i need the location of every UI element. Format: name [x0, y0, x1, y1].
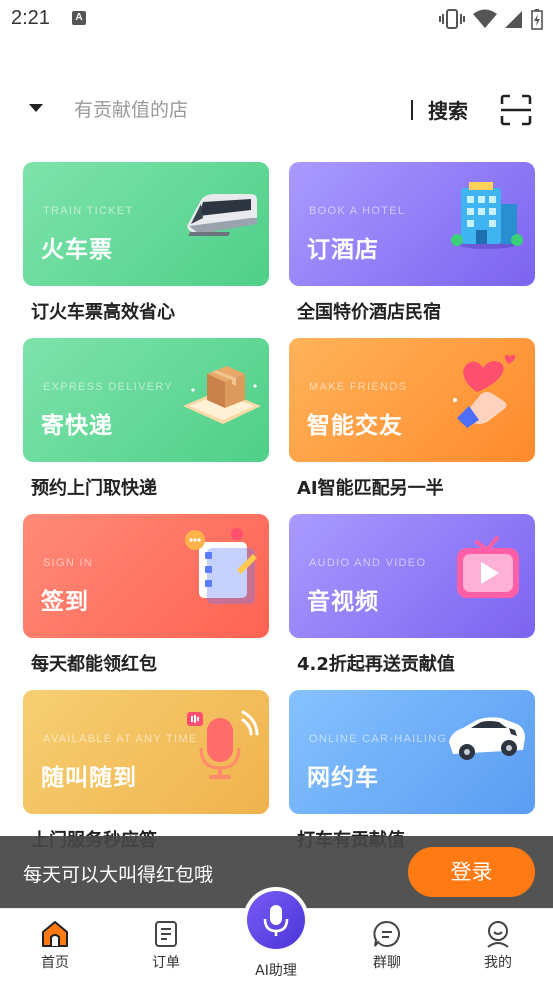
nav-item-orders[interactable]: 订单: [126, 919, 206, 972]
car-icon: [449, 717, 525, 760]
tv-play-icon: [457, 536, 519, 598]
location-dropdown-icon[interactable]: [29, 104, 43, 112]
sign-in-caption: 每天都能领红包: [31, 654, 157, 675]
checklist-icon: [185, 528, 257, 604]
card-subtitle: AVAILABLE AT ANY TIME: [43, 733, 198, 745]
make-friends-card[interactable]: MAKE FRIENDS 智能交友: [289, 338, 535, 462]
card-title: 智能交友: [307, 413, 403, 439]
notification-icon: A: [72, 11, 86, 25]
card-subtitle: AUDIO AND VIDEO: [309, 557, 427, 569]
nav-item-home[interactable]: 首页: [15, 919, 95, 972]
status-time: 2:21: [11, 7, 50, 29]
nav-label-chat: 群聊: [373, 955, 401, 971]
make-friends-caption: AI智能匹配另一半: [297, 478, 444, 499]
nav-label-ai: AI助理: [255, 963, 297, 979]
train-icon: [187, 194, 257, 236]
microphone-icon: [263, 905, 289, 936]
card-title: 火车票: [41, 237, 113, 263]
orders-icon: [155, 921, 177, 947]
home-icon: [42, 921, 68, 947]
nav-label-orders: 订单: [152, 955, 180, 971]
vibrate-icon: [439, 9, 465, 29]
microphone-icon: [187, 710, 259, 779]
card-subtitle: ONLINE CAR-HAILING: [309, 733, 448, 745]
nav-label-home: 首页: [41, 955, 69, 971]
search-bar: 搜索: [0, 82, 553, 138]
train-ticket-card[interactable]: TRAIN TICKET 火车票: [23, 162, 269, 286]
card-title: 签到: [41, 589, 89, 615]
card-subtitle: BOOK A HOTEL: [309, 205, 406, 217]
nav-label-mine: 我的: [484, 955, 512, 971]
wifi-icon: [473, 9, 497, 28]
search-divider: [411, 100, 413, 120]
train-ticket-caption: 订火车票高效省心: [31, 302, 175, 323]
card-title: 音视频: [307, 589, 379, 615]
status-icons: [439, 6, 543, 32]
card-subtitle: EXPRESS DELIVERY: [43, 381, 174, 393]
status-bar: 2:21 A: [0, 0, 553, 38]
banner-text: 每天可以大叫得红包哦: [23, 864, 214, 886]
card-title: 随叫随到: [41, 765, 137, 791]
express-delivery-card[interactable]: EXPRESS DELIVERY 寄快递: [23, 338, 269, 462]
search-button[interactable]: 搜索: [428, 95, 468, 124]
search-input[interactable]: [74, 92, 396, 128]
package-icon: [183, 366, 261, 424]
bottom-nav: 首页 订单 AI助理 群聊 我的: [0, 887, 553, 983]
card-subtitle: MAKE FRIENDS: [309, 381, 408, 393]
sign-in-card[interactable]: SIGN IN 签到: [23, 514, 269, 638]
hotel-icon: [451, 182, 523, 249]
hotel-card[interactable]: BOOK A HOTEL 订酒店: [289, 162, 535, 286]
hotel-caption: 全国特价酒店民宿: [297, 302, 441, 323]
card-subtitle: TRAIN TICKET: [43, 205, 134, 217]
card-subtitle: SIGN IN: [43, 557, 94, 569]
battery-icon: [531, 9, 543, 30]
scan-icon[interactable]: [500, 94, 532, 126]
express-delivery-caption: 预约上门取快递: [31, 478, 157, 499]
nav-item-mine[interactable]: 我的: [458, 919, 538, 972]
ai-assistant-button[interactable]: [243, 887, 309, 953]
heart-hand-icon: [453, 354, 516, 428]
signal-icon: [505, 11, 522, 28]
chat-icon: [373, 920, 400, 947]
nav-item-chat[interactable]: 群聊: [347, 919, 427, 972]
ai-button-circle: [247, 891, 305, 949]
audio-video-caption: 4.2折起再送贡献值: [297, 654, 455, 675]
login-button[interactable]: 登录: [408, 847, 535, 897]
car-hailing-card[interactable]: ONLINE CAR-HAILING 网约车: [289, 690, 535, 814]
on-call-card[interactable]: AVAILABLE AT ANY TIME 随叫随到: [23, 690, 269, 814]
card-title: 网约车: [307, 765, 379, 791]
card-title: 订酒店: [307, 237, 379, 263]
profile-icon: [487, 921, 509, 948]
card-title: 寄快递: [41, 413, 113, 439]
audio-video-card[interactable]: AUDIO AND VIDEO 音视频: [289, 514, 535, 638]
